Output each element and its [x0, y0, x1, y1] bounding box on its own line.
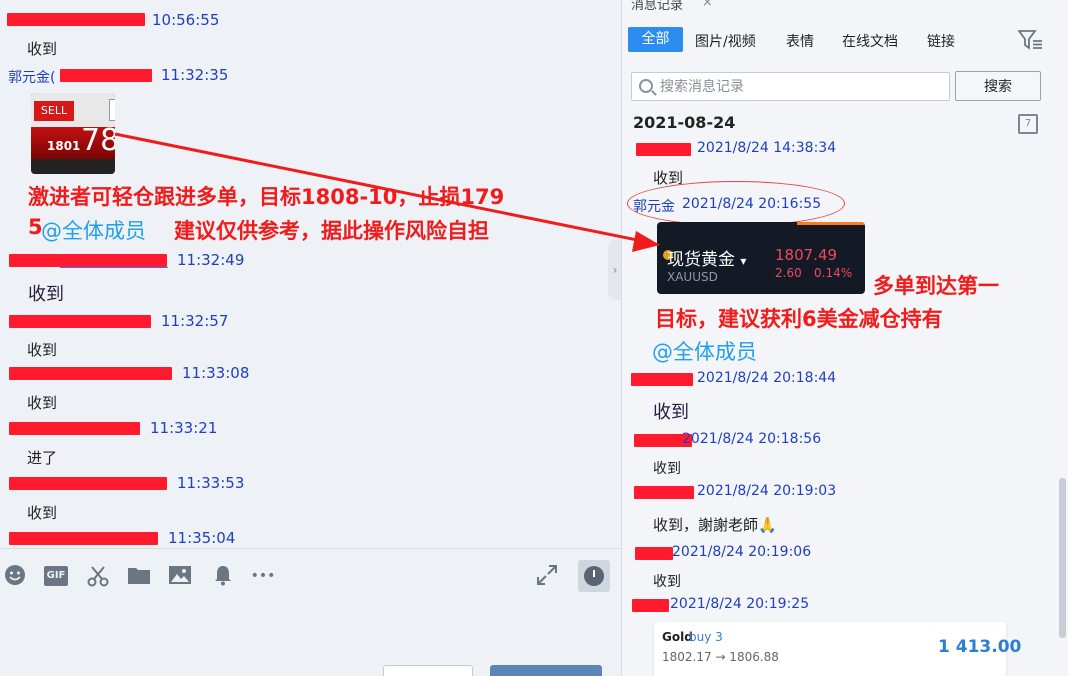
redacted-name: [9, 477, 167, 490]
message-time: 11:32:49: [177, 251, 245, 269]
secondary-button[interactable]: [383, 665, 473, 676]
message-time: 11:33:53: [177, 474, 245, 492]
redacted-name: [634, 486, 694, 499]
gif-label: GIF: [44, 566, 68, 586]
trade-side: buy 3: [689, 630, 723, 644]
chevron-down-icon: ▾: [109, 99, 115, 121]
entry-text[interactable]: 收到: [653, 398, 689, 424]
redacted-name: [9, 422, 140, 435]
tab-links[interactable]: 链接: [927, 31, 955, 51]
search-button[interactable]: 搜索: [955, 71, 1041, 101]
message-sender[interactable]: 郭元金(: [8, 67, 55, 87]
annotation-line: 目标，建议获利6美金减仓持有: [655, 307, 943, 331]
more-icon[interactable]: •••: [248, 564, 278, 588]
gold-name: 现货黄金 ▾: [667, 245, 746, 270]
entry-text[interactable]: 收到: [653, 571, 681, 591]
scissors-icon[interactable]: [86, 564, 110, 588]
scrollbar[interactable]: [1059, 478, 1066, 638]
entry-time: 2021/8/24 20:16:55: [682, 196, 822, 212]
message-time: 11:33:08: [182, 364, 250, 382]
mention-all[interactable]: @全体成员: [41, 215, 146, 245]
search-icon: [639, 79, 653, 93]
gold-percent: 0.14%: [814, 266, 853, 280]
collapse-handle[interactable]: ›: [608, 240, 622, 300]
search-input[interactable]: [660, 76, 940, 96]
message-text[interactable]: 收到: [27, 339, 57, 360]
gold-change: 2.60: [775, 266, 802, 280]
sell-price-big: 78: [81, 123, 115, 158]
message-text[interactable]: 收到: [27, 392, 57, 413]
entry-time: 2021/8/24 14:38:34: [697, 140, 837, 156]
calendar-day: 7: [1024, 118, 1032, 129]
gold-quote-card[interactable]: 现货黄金 ▾ XAUUSD 1807.49 2.60 0.14%: [657, 222, 865, 294]
annotation-line: 多单到达第一: [873, 274, 999, 298]
mention-all[interactable]: @全体成员: [652, 336, 757, 366]
redacted-name: [636, 143, 691, 156]
redacted-name: [9, 254, 167, 267]
entry-time: 2021/8/24 20:19:06: [672, 544, 812, 560]
sell-price-small: 1801: [47, 139, 81, 153]
redacted-name: [9, 532, 158, 545]
annotation-line: 建议仅供参考，据此操作风险自担: [174, 219, 489, 243]
message-text[interactable]: 进了: [27, 447, 57, 468]
sell-widget-footer: [31, 159, 115, 174]
tab-all[interactable]: 全部: [628, 27, 683, 52]
entry-time: 2021/8/24 20:19:03: [697, 483, 837, 499]
redacted-name: [635, 547, 673, 560]
message-text[interactable]: 收到: [27, 38, 57, 59]
message-list[interactable]: 10:56:55 收到 郭元金( 11:32:35 SELL ▾ 1801 78…: [0, 0, 620, 548]
annotation-line: 激进者可轻仓跟进多单，目标1808-10，止损179: [28, 185, 505, 209]
date-header: 2021-08-24: [633, 113, 736, 132]
entry-text[interactable]: 收到: [653, 458, 681, 478]
send-button[interactable]: [490, 665, 602, 676]
message-time: 10:56:55: [152, 11, 220, 29]
gold-name-text: 现货黄金: [667, 250, 735, 270]
accent-bar: [797, 222, 865, 225]
tab-docs[interactable]: 在线文档: [842, 31, 898, 51]
tab-media[interactable]: 图片/视频: [695, 31, 756, 51]
message-time: 11:35:04: [168, 529, 236, 547]
filter-icon[interactable]: [1017, 29, 1044, 51]
image-icon[interactable]: [168, 564, 192, 588]
redacted-name: [7, 13, 145, 26]
message-text[interactable]: 收到: [27, 502, 57, 523]
message-time: 11:32:35: [161, 66, 229, 84]
message-time: 11:32:57: [161, 312, 229, 330]
entry-sender[interactable]: 郭元金: [633, 196, 675, 216]
sell-label: SELL: [34, 101, 74, 121]
calendar-icon[interactable]: 7: [1018, 114, 1038, 134]
redacted-name: [9, 367, 172, 380]
gif-icon[interactable]: GIF: [44, 564, 70, 588]
redacted-name: [60, 69, 152, 82]
close-icon[interactable]: ×: [702, 0, 713, 10]
redacted-name: [632, 599, 669, 612]
entry-time: 2021/8/24 20:18:56: [682, 431, 822, 447]
name-underline: [60, 267, 168, 268]
entry-time: 2021/8/24 20:19:25: [670, 596, 810, 612]
trade-range: 1802.17 → 1806.88: [662, 650, 779, 664]
entry-time: 2021/8/24 20:18:44: [697, 370, 837, 386]
bell-icon[interactable]: [212, 564, 234, 588]
sell-quote-image[interactable]: SELL ▾ 1801 78: [31, 93, 115, 174]
trade-profit: 1 413.00: [938, 637, 1022, 657]
clock-icon: [584, 566, 604, 586]
history-panel-title: 消息记录: [631, 0, 684, 13]
folder-icon[interactable]: [127, 564, 151, 588]
emoji-icon[interactable]: [4, 564, 26, 588]
message-text[interactable]: 收到: [28, 280, 64, 306]
redacted-name: [631, 373, 693, 386]
tab-stickers[interactable]: 表情: [786, 31, 814, 51]
gold-price: 1807.49: [775, 246, 838, 264]
chat-pane: 10:56:55 收到 郭元金( 11:32:35 SELL ▾ 1801 78…: [0, 0, 620, 676]
expand-icon[interactable]: [535, 564, 559, 588]
gold-symbol: XAUUSD: [667, 270, 718, 284]
chevron-down-icon: ▾: [740, 254, 747, 268]
redacted-name: [9, 315, 151, 328]
entry-text[interactable]: 收到，謝謝老師🙏: [653, 514, 777, 535]
message-time: 11:33:21: [150, 419, 218, 437]
